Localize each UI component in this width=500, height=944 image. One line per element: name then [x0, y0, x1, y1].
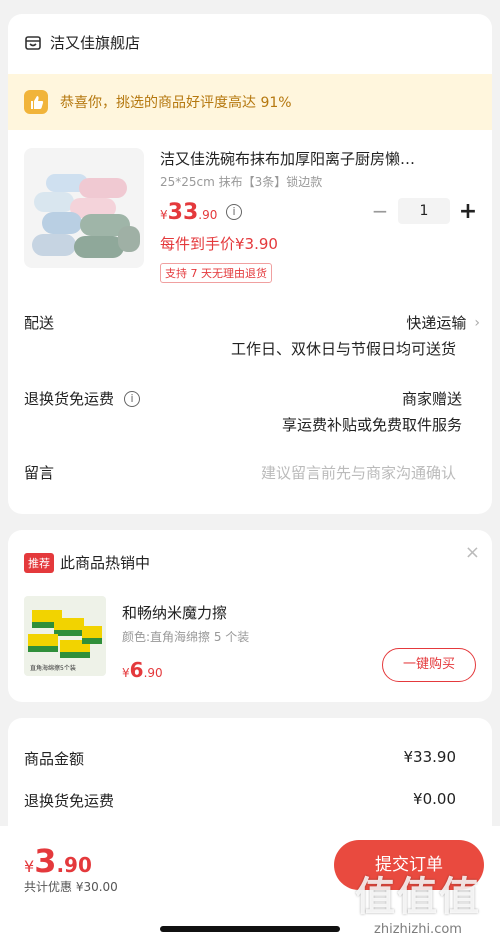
price-dec: .90: [198, 208, 218, 222]
message-label: 留言: [24, 464, 55, 482]
recommend-price-dec: .90: [143, 666, 163, 680]
quantity-stepper: − 1 +: [368, 198, 480, 224]
home-indicator: [160, 926, 340, 932]
price-int: 33: [167, 200, 199, 225]
recommend-price: ¥ 6 .90: [122, 658, 163, 682]
return-shipping-label-row: 退换货免运费 i: [24, 388, 141, 409]
chevron-right-icon: ›: [474, 314, 480, 331]
recommend-title: 此商品热销中: [60, 554, 151, 572]
shipping-free-value: ¥0.00: [413, 790, 456, 808]
unit-price: 每件到手价¥3.90: [160, 235, 278, 253]
recommend-header: 推荐 此商品热销中: [24, 552, 150, 573]
plus-button[interactable]: +: [456, 199, 480, 224]
thumbs-up-icon: [24, 90, 48, 114]
bottom-bar: ¥ 3 .90 共计优惠 ¥30.00 提交订单 值值值 zhizhizhi.c…: [0, 826, 500, 944]
total-price-int: 3: [34, 842, 57, 880]
return-shipping-label: 退换货免运费: [24, 390, 115, 408]
watermark-logo: 值值值: [355, 874, 481, 920]
shop-icon: [24, 34, 42, 52]
price-info-icon[interactable]: i: [226, 204, 242, 220]
return-shipping-value: 商家赠送: [401, 390, 462, 408]
recommend-price-symbol: ¥: [122, 666, 130, 680]
product-title[interactable]: 洁又佳洗碗布抹布加厚阳离子厨房懒…: [160, 148, 480, 169]
minus-button[interactable]: −: [368, 199, 392, 223]
delivery-method: 快递运输: [406, 314, 467, 332]
product-spec[interactable]: 25*25cm 抹布【3条】锁边款: [160, 173, 322, 190]
shop-name: 洁又佳旗舰店: [50, 34, 141, 52]
recommend-price-int: 6: [129, 658, 144, 682]
product-price: ¥ 33 .90: [160, 200, 217, 225]
total-price-symbol: ¥: [24, 857, 35, 876]
shipping-free-label: 退换货免运费: [24, 792, 115, 810]
goods-amount-label: 商品金额: [24, 750, 85, 768]
order-card: 洁又佳旗舰店 恭喜你，挑选的商品好评度高达 91% 洁又佳洗碗布抹布加厚阳离子厨…: [8, 14, 492, 514]
buy-now-button[interactable]: 一键购买: [382, 648, 476, 682]
quantity-value[interactable]: 1: [398, 198, 450, 224]
discount-text: 共计优惠 ¥30.00: [24, 880, 118, 894]
shop-header[interactable]: 洁又佳旗舰店: [24, 32, 140, 53]
product-image[interactable]: [24, 148, 144, 268]
goods-amount-value: ¥33.90: [403, 748, 457, 766]
recommend-image[interactable]: 直角海绵擦5个装: [24, 596, 106, 676]
watermark: 值值值 zhizhizhi.com: [338, 864, 498, 937]
recommend-badge: 推荐: [24, 552, 54, 573]
recommend-card: 推荐 此商品热销中 × 直角海绵擦5个装 和畅纳米魔力擦 颜色:直角海绵擦 5 …: [8, 530, 492, 702]
praise-banner: 恭喜你，挑选的商品好评度高达 91%: [8, 74, 492, 130]
return-tag: 支持 7 天无理由退货: [160, 263, 272, 283]
delivery-label: 配送: [24, 314, 55, 332]
info-icon[interactable]: i: [124, 390, 141, 407]
recommend-item-spec: 颜色:直角海绵擦 5 个装: [122, 630, 250, 644]
delivery-detail: 工作日、双休日与节假日均可送货: [230, 340, 456, 358]
price-symbol: ¥: [160, 208, 168, 222]
return-shipping-detail: 享运费补贴或免费取件服务: [281, 416, 462, 434]
recommend-image-caption: 直角海绵擦5个装: [30, 664, 76, 672]
total-price: ¥ 3 .90: [24, 842, 92, 880]
recommend-item-name[interactable]: 和畅纳米魔力擦: [122, 602, 227, 623]
watermark-domain: zhizhizhi.com: [374, 922, 462, 937]
close-icon[interactable]: ×: [465, 542, 480, 563]
total-price-dec: .90: [56, 853, 92, 877]
message-input[interactable]: 建议留言前先与商家沟通确认: [261, 462, 456, 483]
delivery-row[interactable]: 快递运输 ›: [406, 312, 480, 333]
praise-text: 恭喜你，挑选的商品好评度高达 91%: [60, 95, 292, 111]
